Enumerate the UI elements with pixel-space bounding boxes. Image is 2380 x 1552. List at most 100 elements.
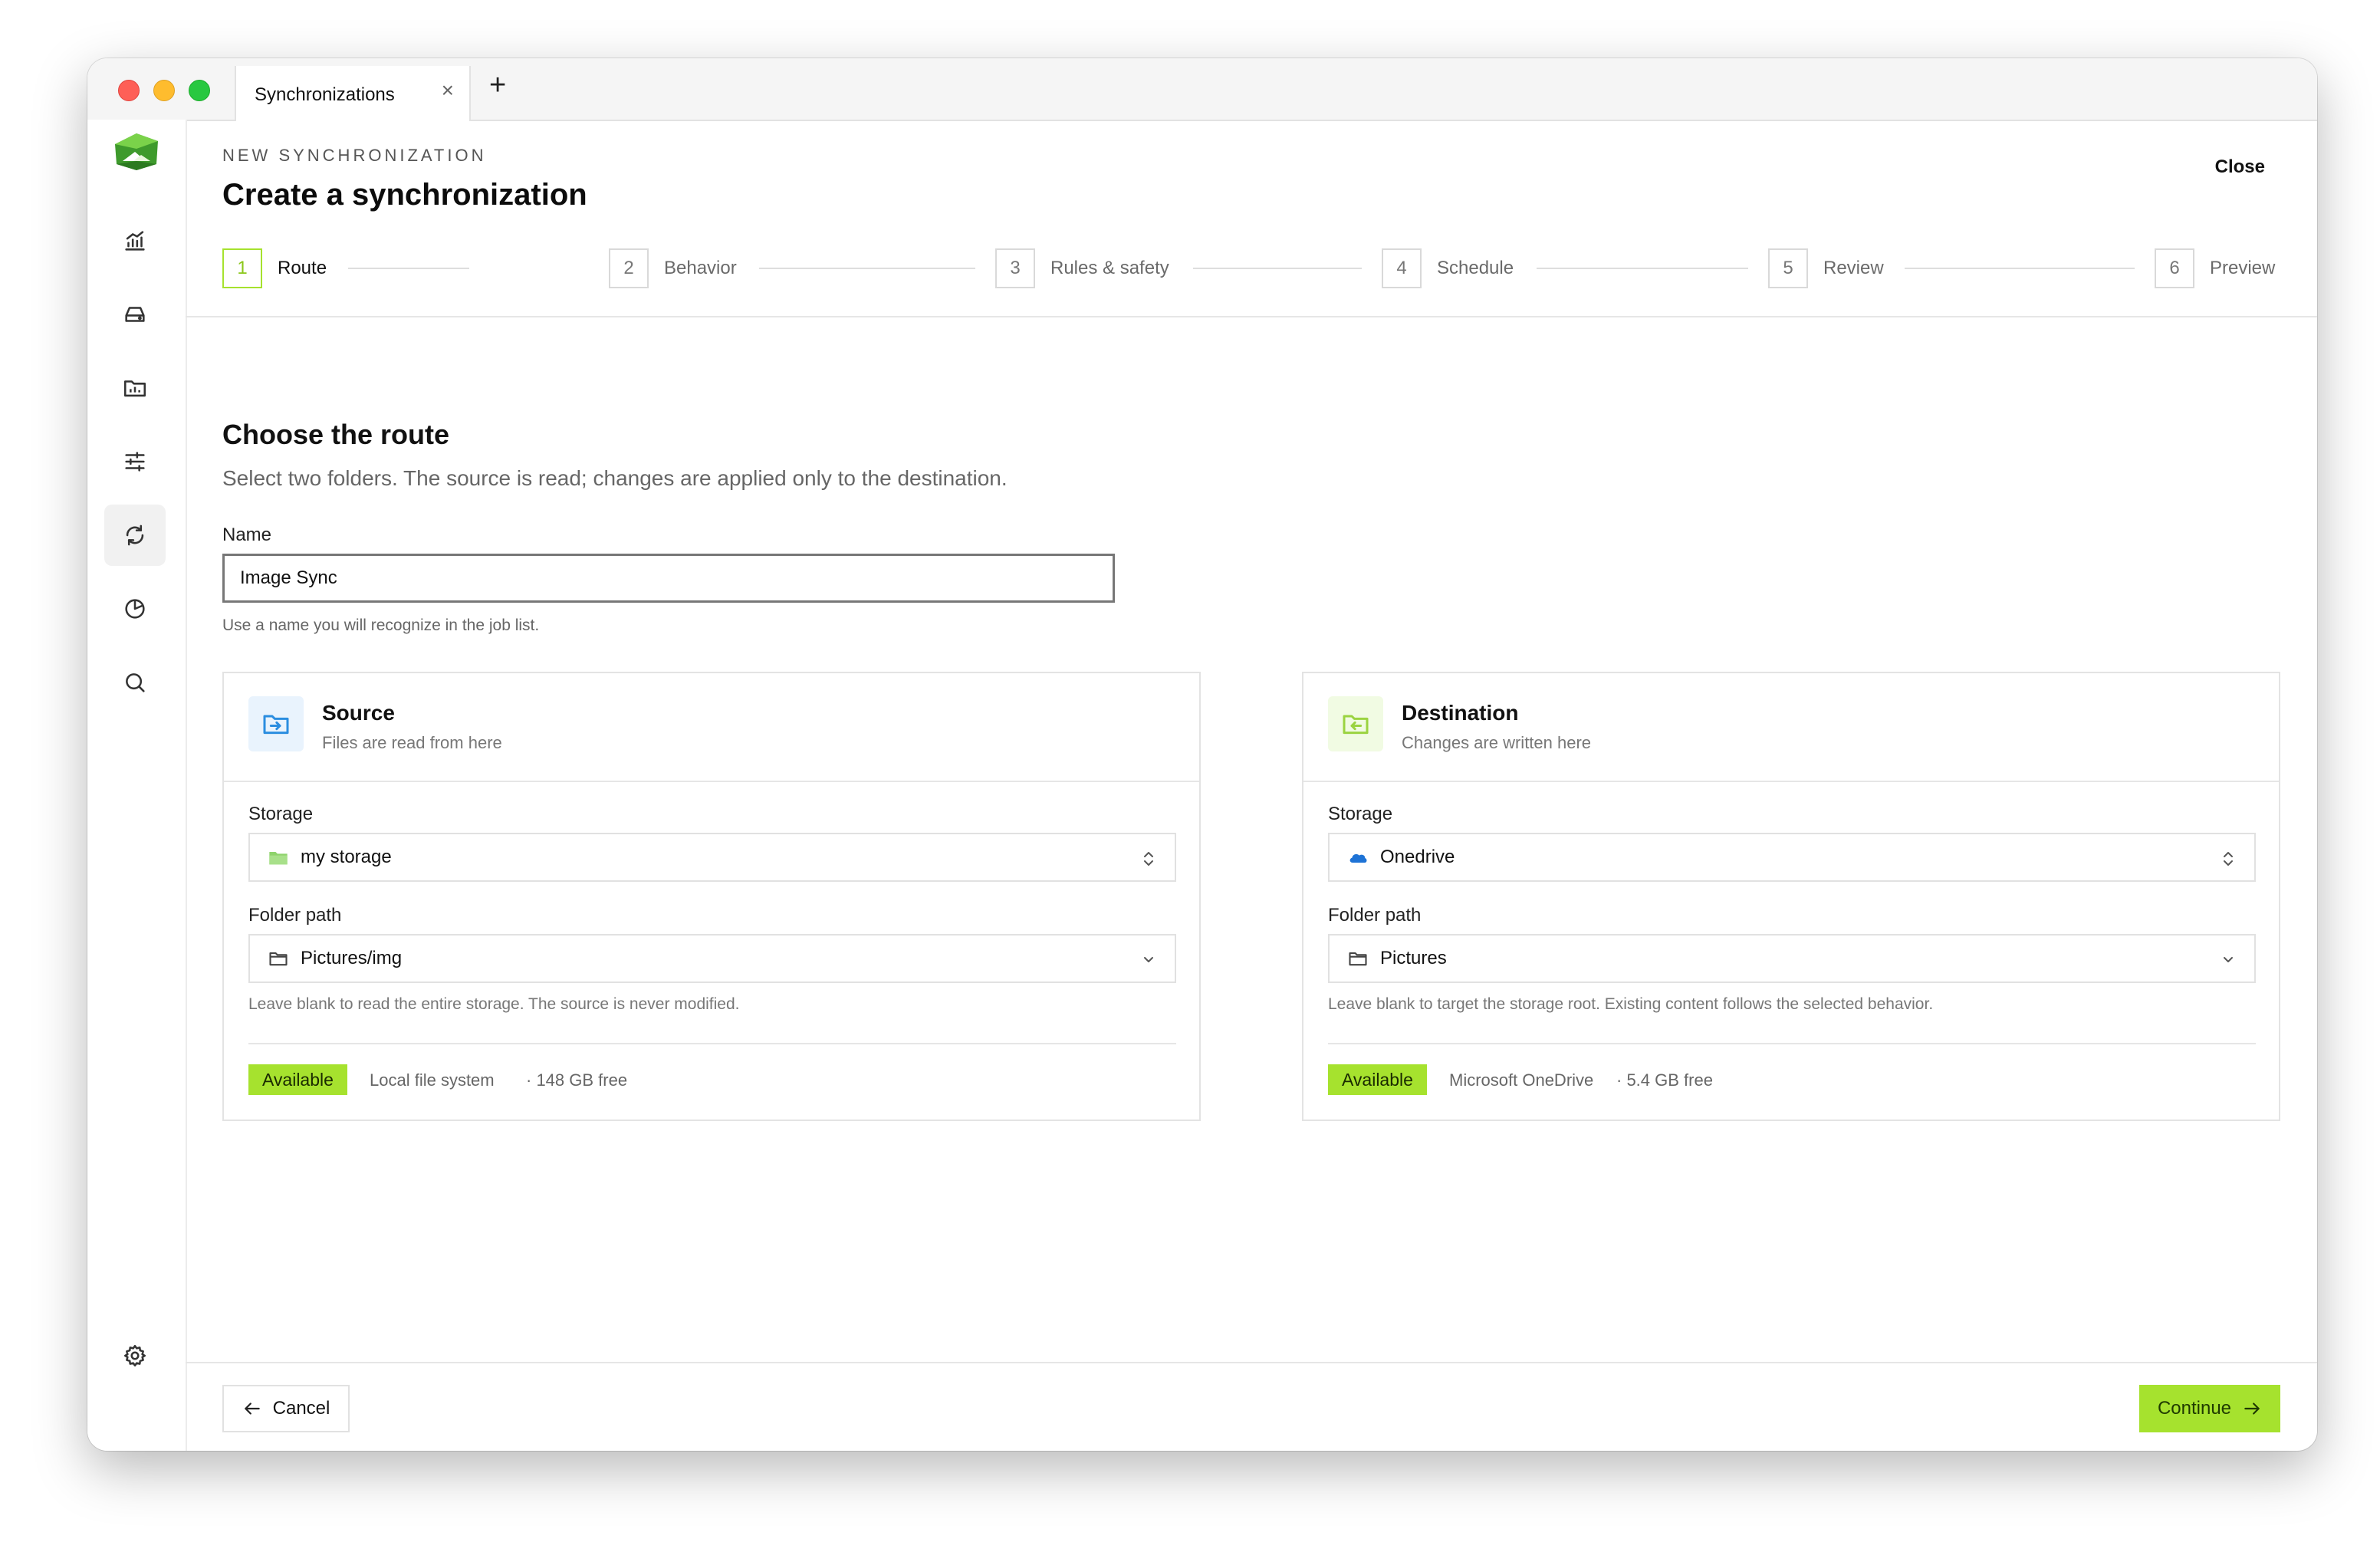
page-title: Create a synchronization	[222, 178, 587, 212]
folder-chart-icon	[123, 380, 146, 397]
destination-provider: Microsoft OneDrive	[1449, 1070, 1594, 1090]
step-connector	[759, 268, 975, 269]
app-logo[interactable]	[110, 130, 163, 173]
step-route[interactable]: 1 Route	[222, 247, 327, 290]
sidebar-item-search[interactable]	[104, 652, 166, 713]
tab-label: Synchronizations	[255, 84, 395, 105]
destination-title: Destination	[1402, 701, 1519, 725]
source-folder-hint: Leave blank to read the entire storage. …	[248, 995, 740, 1013]
destination-folder-hint: Leave blank to target the storage root. …	[1328, 995, 1934, 1013]
name-label: Name	[222, 524, 272, 545]
chevron-up-down-icon	[2224, 852, 2233, 866]
cancel-button[interactable]: Cancel	[222, 1385, 350, 1432]
destination-folder-value: Pictures	[1380, 948, 1447, 968]
sidebar-item-synchronizations[interactable]	[104, 505, 166, 566]
continue-label: Continue	[2157, 1398, 2232, 1419]
step-review[interactable]: 5 Review	[1768, 247, 1884, 290]
onedrive-cloud-icon	[1346, 846, 1369, 869]
folder-icon	[267, 947, 290, 970]
name-hint: Use a name you will recognize in the job…	[222, 617, 540, 634]
step-rules-safety[interactable]: 3 Rules & safety	[995, 247, 1169, 290]
source-folder-select[interactable]: Pictures/img	[248, 934, 1176, 983]
sidebar-item-settings-sliders[interactable]	[104, 431, 166, 492]
source-storage-select[interactable]: my storage	[248, 833, 1176, 882]
step-schedule[interactable]: 4 Schedule	[1382, 247, 1514, 290]
search-icon	[126, 673, 145, 692]
sync-icon	[126, 524, 144, 546]
section-title: Choose the route	[222, 419, 450, 450]
sliders-icon	[125, 452, 145, 472]
destination-card: Destination Changes are written here Sto…	[1302, 672, 2280, 1121]
step-connector	[1537, 268, 1748, 269]
sidebar-item-reports[interactable]	[104, 578, 166, 640]
tab-synchronizations[interactable]: Synchronizations ×	[235, 66, 471, 121]
step-number: 5	[1768, 248, 1808, 288]
step-label: Preview	[2210, 258, 2276, 278]
sidebar-item-drives[interactable]	[104, 284, 166, 345]
source-card-header: Source Files are read from here	[224, 673, 1199, 782]
destination-folder-select[interactable]: Pictures	[1328, 934, 2256, 983]
header-divider	[186, 316, 2317, 317]
continue-button[interactable]: Continue	[2139, 1385, 2280, 1432]
source-folder-label: Folder path	[248, 905, 342, 926]
footer-divider	[186, 1362, 2317, 1363]
source-title: Source	[322, 701, 395, 725]
source-card: Source Files are read from here Storage …	[222, 672, 1201, 1121]
close-button[interactable]: Close	[2215, 156, 2265, 178]
maximize-window-button[interactable]	[189, 80, 210, 101]
sidebar-item-analytics[interactable]	[104, 210, 166, 271]
tab-close-icon[interactable]: ×	[442, 80, 454, 101]
cancel-label: Cancel	[272, 1398, 330, 1419]
source-divider	[248, 1043, 1176, 1044]
sidebar-item-folders[interactable]	[104, 357, 166, 419]
destination-storage-value: Onedrive	[1380, 847, 1455, 867]
new-tab-button[interactable]: +	[489, 71, 506, 100]
destination-folder-icon	[1328, 696, 1383, 751]
step-number: 6	[2155, 248, 2194, 288]
destination-folder-label: Folder path	[1328, 905, 1422, 926]
source-folder-icon	[248, 696, 304, 751]
step-label: Behavior	[664, 258, 737, 278]
drive-icon	[125, 307, 145, 322]
chevron-up-down-icon	[1144, 852, 1153, 866]
source-storage-label: Storage	[248, 804, 314, 824]
local-storage-icon	[267, 846, 290, 869]
step-preview[interactable]: 6 Preview	[2155, 247, 2275, 290]
arrow-right-icon	[2244, 1402, 2260, 1415]
section-subtitle: Select two folders. The source is read; …	[222, 466, 1008, 490]
name-input[interactable]	[222, 554, 1115, 603]
source-status-badge: Available	[248, 1064, 347, 1095]
chevron-down-icon	[1144, 957, 1153, 962]
destination-divider	[1328, 1043, 2256, 1044]
pie-chart-icon	[125, 599, 145, 619]
step-number: 2	[609, 248, 649, 288]
folder-icon	[1346, 947, 1369, 970]
step-connector	[1905, 268, 2135, 269]
source-free-space: · 148 GB free	[526, 1070, 628, 1090]
source-folder-value: Pictures/img	[301, 948, 403, 968]
destination-subtitle: Changes are written here	[1402, 733, 1592, 752]
destination-storage-select[interactable]: Onedrive	[1328, 833, 2256, 882]
sidebar	[87, 120, 187, 1451]
destination-free-space: · 5.4 GB free	[1616, 1070, 1713, 1090]
close-window-button[interactable]	[118, 80, 140, 101]
step-behavior[interactable]: 2 Behavior	[609, 247, 737, 290]
step-connector	[348, 268, 469, 269]
step-number: 4	[1382, 248, 1422, 288]
step-label: Review	[1823, 258, 1884, 278]
sidebar-item-settings[interactable]	[104, 1325, 166, 1386]
step-label: Schedule	[1437, 258, 1514, 278]
step-number: 1	[222, 248, 262, 288]
app-window: Synchronizations × + NEW SYNCHRONIZATION…	[87, 58, 2317, 1451]
minimize-window-button[interactable]	[153, 80, 175, 101]
destination-storage-label: Storage	[1328, 804, 1393, 824]
analytics-icon	[125, 231, 145, 251]
source-provider: Local file system	[370, 1070, 495, 1090]
destination-status-badge: Available	[1328, 1064, 1427, 1095]
step-number: 3	[995, 248, 1035, 288]
settings-icon	[123, 1344, 146, 1367]
chevron-down-icon	[2224, 957, 2233, 962]
source-subtitle: Files are read from here	[322, 733, 502, 752]
step-connector	[1193, 268, 1362, 269]
source-storage-value: my storage	[301, 847, 392, 867]
